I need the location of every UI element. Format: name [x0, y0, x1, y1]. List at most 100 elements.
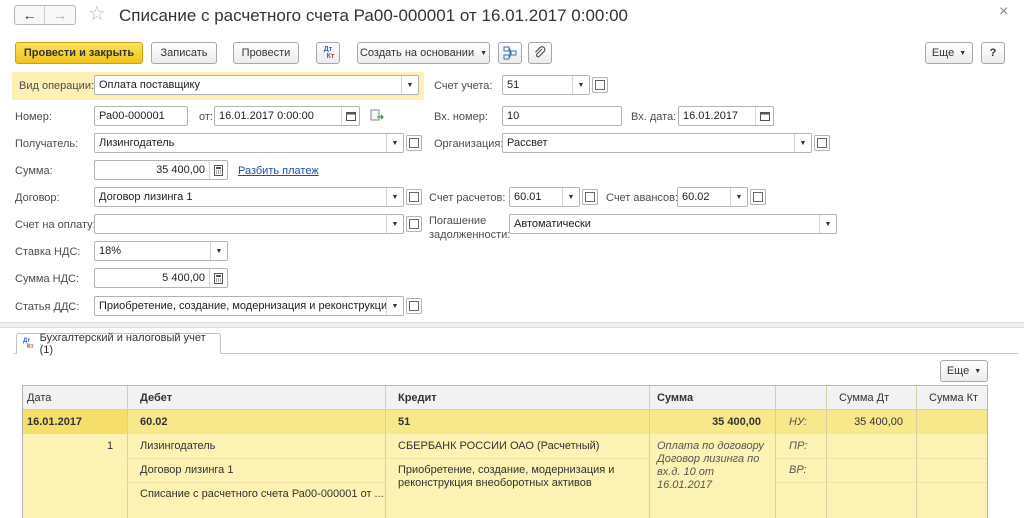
split-payment-link[interactable]: Разбить платеж	[238, 165, 319, 177]
back-button[interactable]: ←	[15, 6, 46, 24]
vat-rate-value: 18%	[99, 245, 122, 257]
vat-sum-label: Сумма НДС:	[15, 273, 80, 285]
row-debit-sub1: Лизингодатель	[140, 440, 216, 452]
number-label: Номер:	[15, 111, 52, 123]
post-and-close-button[interactable]: Провести и закрыть	[15, 42, 143, 64]
dropdown-arrow-icon[interactable]: ▼	[210, 242, 227, 260]
number-field[interactable]: Ра00-000001	[94, 106, 188, 126]
kt-label: Кт	[27, 343, 34, 350]
open-icon[interactable]	[406, 298, 422, 314]
favorite-star-icon[interactable]: ☆	[88, 3, 106, 25]
header-date: Дата	[27, 392, 52, 404]
tab-accounting[interactable]: Дт Кт Бухгалтерский и налоговый учет (1)	[16, 331, 221, 356]
recipient-select[interactable]: Лизингодатель ▼	[94, 133, 404, 153]
dropdown-arrow-icon[interactable]: ▼	[386, 188, 403, 206]
in-number-field[interactable]: 10	[502, 106, 622, 126]
table-more-button[interactable]: Еще ▼	[940, 360, 988, 382]
close-icon[interactable]: ×	[999, 3, 1008, 21]
save-button[interactable]: Записать	[151, 42, 217, 64]
more-button[interactable]: Еще ▼	[925, 42, 973, 64]
calendar-icon[interactable]	[755, 107, 773, 125]
create-based-on-label: Создать на основании	[359, 47, 475, 59]
header-debit: Дебет	[140, 392, 173, 404]
debt-value: Автоматически	[514, 218, 591, 230]
open-icon[interactable]	[406, 189, 422, 205]
row-divider	[127, 458, 649, 459]
invoice-label: Счет на оплату:	[15, 219, 96, 231]
open-icon[interactable]	[592, 77, 608, 93]
dropdown-arrow-icon[interactable]: ▼	[562, 188, 579, 206]
calendar-icon[interactable]	[341, 107, 359, 125]
in-date-field[interactable]: 16.01.2017	[678, 106, 774, 126]
account-value: 51	[507, 79, 520, 91]
header-sum: Сумма	[657, 392, 694, 404]
dds-select[interactable]: Приобретение, создание, модернизация и р…	[94, 296, 404, 316]
debt-select[interactable]: Автоматически ▼	[509, 214, 837, 234]
sum-field[interactable]: 35 400,00	[94, 160, 228, 180]
settle-label: Счет расчетов:	[429, 192, 506, 204]
invoice-select[interactable]: ▼	[94, 214, 404, 234]
more-label: Еще	[946, 365, 970, 377]
open-icon[interactable]	[406, 216, 422, 232]
dropdown-arrow-icon[interactable]: ▼	[819, 215, 836, 233]
contract-label: Договор:	[15, 192, 60, 204]
in-number-value: 10	[507, 110, 520, 122]
recipient-label: Получатель:	[15, 138, 79, 150]
settle-select[interactable]: 60.01 ▼	[509, 187, 580, 207]
dropdown-arrow-icon: ▼	[480, 49, 488, 57]
dds-label: Статья ДДС:	[15, 301, 80, 313]
open-icon[interactable]	[582, 189, 598, 205]
vat-rate-select[interactable]: 18% ▼	[94, 241, 228, 261]
row-date: 16.01.2017	[27, 416, 83, 428]
date-field[interactable]: 16.01.2017 0:00:00	[214, 106, 360, 126]
operation-select[interactable]: Оплата поставщику ▼	[94, 75, 419, 95]
contract-select[interactable]: Договор лизинга 1 ▼	[94, 187, 404, 207]
org-select[interactable]: Рассвет ▼	[502, 133, 812, 153]
attach-button[interactable]	[528, 42, 552, 64]
account-label: Счет учета:	[434, 80, 493, 92]
in-date-label: Вх. дата:	[631, 111, 677, 123]
advance-select[interactable]: 60.02 ▼	[677, 187, 748, 207]
dropdown-arrow-icon[interactable]: ▼	[401, 76, 418, 94]
sum-value: 35 400,00	[156, 164, 205, 176]
dropdown-arrow-icon[interactable]: ▼	[730, 188, 747, 206]
dtkt-report-button[interactable]: Дт Кт	[316, 42, 340, 64]
nav-buttons: ← →	[14, 5, 76, 25]
paperclip-icon	[535, 46, 546, 58]
arrow-document-icon[interactable]	[370, 109, 384, 125]
in-number-label: Вх. номер:	[434, 111, 488, 123]
dropdown-arrow-icon[interactable]: ▼	[572, 76, 589, 94]
advance-label: Счет авансов:	[606, 192, 679, 204]
open-icon[interactable]	[406, 135, 422, 151]
dt-label: Дт	[323, 46, 333, 53]
create-based-on-button[interactable]: Создать на основании ▼	[357, 42, 490, 64]
row-desc-line3: вх.д. 10 от	[657, 466, 715, 478]
entries-table: Дата Дебет Кредит Сумма Сумма Дт Сумма К…	[22, 385, 988, 518]
row-debit-sub2: Договор лизинга 1	[140, 464, 234, 476]
vat-sum-field[interactable]: 5 400,00	[94, 268, 228, 288]
calculator-icon[interactable]	[209, 269, 227, 287]
help-button[interactable]: ?	[981, 42, 1005, 64]
tab-label: Бухгалтерский и налоговый учет (1)	[39, 331, 206, 356]
sum-label: Сумма:	[15, 165, 53, 177]
open-icon[interactable]	[750, 189, 766, 205]
open-icon[interactable]	[814, 135, 830, 151]
row-divider	[776, 482, 987, 483]
dropdown-arrow-icon: ▼	[974, 367, 982, 375]
row-debit-sub3: Списание с расчетного счета Ра00-000001 …	[140, 488, 384, 500]
account-select[interactable]: 51 ▼	[502, 75, 590, 95]
dropdown-arrow-icon[interactable]: ▼	[386, 134, 403, 152]
header-sum-dt: Сумма Дт	[839, 392, 890, 404]
dropdown-arrow-icon[interactable]: ▼	[386, 215, 403, 233]
calculator-icon[interactable]	[209, 161, 227, 179]
post-button[interactable]: Провести	[233, 42, 299, 64]
date-value: 16.01.2017 0:00:00	[219, 110, 314, 122]
dds-value: Приобретение, создание, модернизация и р…	[99, 300, 386, 312]
col-divider	[649, 386, 650, 518]
forward-button[interactable]: →	[45, 6, 75, 24]
dropdown-arrow-icon[interactable]: ▼	[794, 134, 811, 152]
col-divider	[916, 386, 917, 518]
structure-icon-button[interactable]	[498, 42, 522, 64]
dropdown-arrow-icon[interactable]: ▼	[386, 297, 403, 315]
row-sum: 35 400,00	[712, 416, 761, 428]
